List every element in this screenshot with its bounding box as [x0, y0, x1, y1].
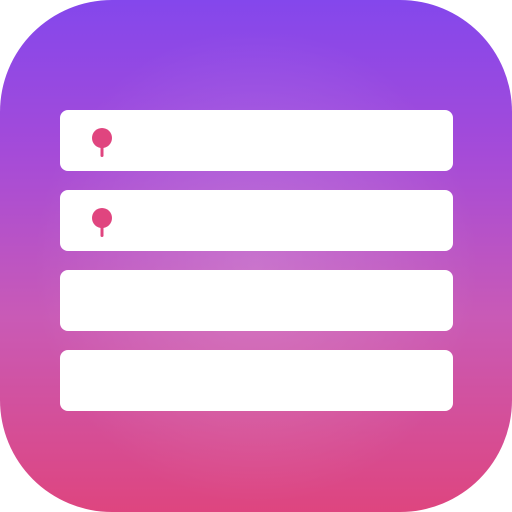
pin-icon [92, 208, 112, 237]
list-row-1 [60, 110, 453, 171]
list-rows [60, 110, 453, 411]
list-row-3 [60, 270, 453, 331]
app-icon[interactable] [0, 0, 512, 512]
list-row-2 [60, 190, 453, 251]
list-row-4 [60, 350, 453, 411]
pin-icon [92, 128, 112, 157]
